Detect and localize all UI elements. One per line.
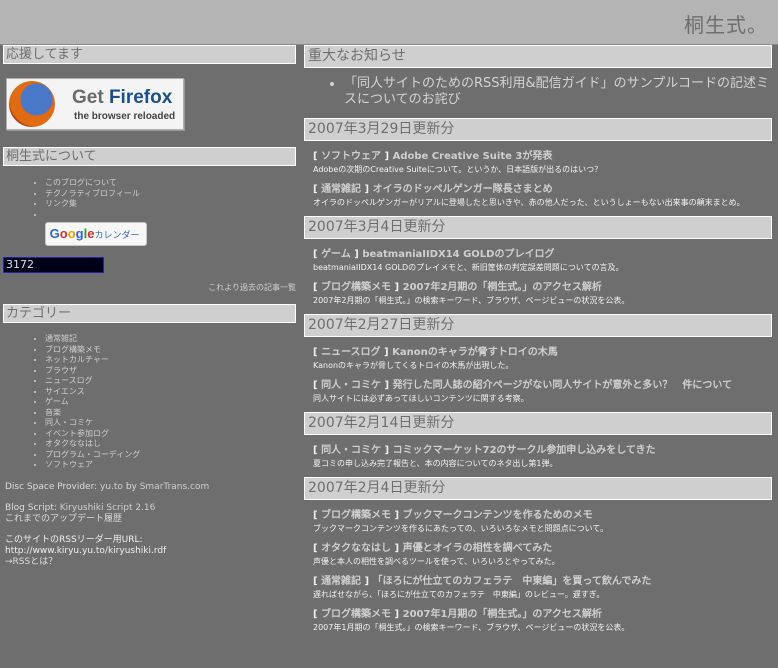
category-item[interactable]: ブログ構築メモ [45, 345, 296, 356]
entry-title[interactable]: [ 通常雑記 ] 「ほろにが仕立てのカフェラテ 中東編」を買って飲んでみた [313, 575, 772, 589]
entry-description: 2007年1月期の「桐生式。」の検索キーワード、ブラウザ、ページビューの状況を公… [313, 623, 630, 632]
access-counter: 3172 [3, 257, 104, 273]
entry: [ ブログ構築メモ ] ブックマークコンテンツを作るためのメモ ブックマークコン… [313, 509, 772, 534]
disc-space-provider: Disc Space Provider: yu.to by SmarTrans.… [5, 481, 210, 492]
older-articles-link[interactable]: これより過去の記事一覧 [3, 282, 296, 293]
date-heading: 2007年2月4日更新分 [304, 477, 772, 500]
site-header: 桐生式。 [0, 0, 778, 45]
rss-label: このサイトのRSSリーダー用URL: [5, 534, 143, 545]
sidebar: 応援してます Get Firefox the browser reloaded … [3, 45, 296, 568]
category-item[interactable]: オタクななはし [45, 439, 296, 450]
category-item[interactable]: ニュースログ [45, 376, 296, 387]
firefox-banner[interactable]: Get Firefox the browser reloaded [6, 78, 184, 130]
rss-what-link[interactable]: →RSSとは？ [5, 557, 296, 568]
firefox-banner-subtitle: the browser reloaded [74, 111, 176, 122]
entry-title[interactable]: [ 同人・コミケ ] コミックマーケット72のサークル参加申し込みをしてきた [313, 444, 772, 458]
entry-description: 同人サイトには必ずあってほしいコンテンツに関する考察。 [313, 394, 529, 403]
category-heading: カテゴリー [3, 304, 296, 323]
date-heading: 2007年3月29日更新分 [304, 118, 772, 141]
category-item[interactable]: イベント参加ログ [45, 429, 296, 440]
category-list: 通常雑記 ブログ構築メモ ネットカルチャー ブラウザ ニュースログ サイエンス … [3, 334, 296, 471]
blog-script-link[interactable]: Kiryushiki Script 2.16 [60, 503, 156, 513]
smartrans-link[interactable]: SmarTrans.com [140, 482, 210, 492]
entry-description: 遅ればせながら、「ほろにが仕立てのカフェラテ 中東編」のレビュー。遅すぎ。 [313, 590, 605, 599]
google-calendar-button[interactable]: Googleカレンダー [45, 222, 147, 246]
about-link-item[interactable]: このブログについて [45, 178, 296, 189]
update-history-link[interactable]: これまでのアップデート履歴 [5, 514, 296, 525]
rss-url[interactable]: http://www.kiryu.yu.to/kiryushiki.rdf [5, 546, 296, 557]
entry-title[interactable]: [ 通常雑記 ] オイラのドッペルゲンガー隊長さまとめ [313, 183, 772, 197]
entry: [ 同人・コミケ ] 発行した同人誌の紹介ページがない同人サイトが意外と多い？ … [313, 379, 772, 404]
main-content: 重大なお知らせ 「同人サイトのためのRSS利用&配信ガイド」のサンプルコードの記… [304, 45, 772, 641]
entry-title[interactable]: [ オタクななはし ] 声優とオイラの相性を調べてみた [313, 542, 772, 556]
site-title[interactable]: 桐生式。 [684, 9, 768, 38]
blog-script-info: Blog Script: Kiryushiki Script 2.16 [5, 502, 156, 513]
date-heading: 2007年2月27日更新分 [304, 314, 772, 337]
category-item[interactable]: 通常雑記 [45, 334, 296, 345]
firefox-banner-title: Get Firefox [72, 87, 173, 108]
date-heading: 2007年2月14日更新分 [304, 412, 772, 435]
entry: [ ゲーム ] beatmaniaIIDX14 GOLDのプレイログ beatm… [313, 248, 772, 273]
entry-description: ブックマークコンテンツを作るにあたっての、いろいろなメモと問題点について。 [313, 524, 609, 533]
entry-description: Kanonのキャラが脅してくるトロイの木馬が出現した。 [313, 361, 514, 370]
entry: [ ブログ構築メモ ] 2007年1月期の「桐生式。」のアクセス解析 2007年… [313, 608, 772, 633]
about-links: このブログについて テクノラティブロフィール リンク集 [3, 178, 296, 220]
entry-title[interactable]: [ ゲーム ] beatmaniaIIDX14 GOLDのプレイログ [313, 248, 772, 262]
entry-title[interactable]: [ ブログ構築メモ ] ブックマークコンテンツを作るためのメモ [313, 509, 772, 523]
entry: [ ソフトウェア ] Adobe Creative Suite 3が発表 Ado… [313, 150, 772, 175]
entry-description: オイラのドッペルゲンガーがリアルに登場したと思いきや、赤の他人だった、というしょ… [313, 198, 745, 207]
entry: [ 通常雑記 ] オイラのドッペルゲンガー隊長さまとめ オイラのドッペルゲンガー… [313, 183, 772, 208]
category-item[interactable]: サイエンス [45, 387, 296, 398]
firefox-logo-icon [9, 81, 55, 127]
entry-description: 声優と本人の相性を調べるツールを使って、いろいろとやってみた。 [313, 557, 560, 566]
about-link-item[interactable]: リンク集 [45, 199, 296, 210]
entry-title[interactable]: [ ブログ構築メモ ] 2007年2月期の「桐生式。」のアクセス解析 [313, 281, 772, 295]
about-link-item [45, 210, 296, 221]
entry: [ 通常雑記 ] 「ほろにが仕立てのカフェラテ 中東編」を買って飲んでみた 遅れ… [313, 575, 772, 600]
support-heading: 応援してます [3, 45, 296, 64]
entry-title[interactable]: [ ブログ構築メモ ] 2007年1月期の「桐生式。」のアクセス解析 [313, 608, 772, 622]
date-heading: 2007年3月4日更新分 [304, 216, 772, 239]
category-item[interactable]: ブラウザ [45, 366, 296, 377]
yuto-link[interactable]: yu.to [100, 482, 123, 492]
entry: [ ブログ構築メモ ] 2007年2月期の「桐生式。」のアクセス解析 2007年… [313, 281, 772, 306]
entry-description: 2007年2月期の「桐生式。」の検索キーワード、ブラウザ、ページビューの状況を公… [313, 296, 630, 305]
entry-description: 夏コミの申し込み完了報告と、本の内容についてのネタ出し第1弾。 [313, 459, 558, 468]
entry-description: beatmaniaIIDX14 GOLDのプレイメモと、新旧筐体の判定誤差問題に… [313, 263, 624, 272]
entry: [ ニュースログ ] Kanonのキャラが脅すトロイの木馬 Kanonのキャラが… [313, 346, 772, 371]
category-item[interactable]: ゲーム [45, 397, 296, 408]
notice-item[interactable]: 「同人サイトのためのRSS利用&配信ガイド」のサンプルコードの記述ミスについての… [344, 76, 772, 108]
notice-heading: 重大なお知らせ [304, 45, 772, 68]
entry: [ 同人・コミケ ] コミックマーケット72のサークル参加申し込みをしてきた 夏… [313, 444, 772, 469]
notice-list: 「同人サイトのためのRSS利用&配信ガイド」のサンプルコードの記述ミスについての… [304, 76, 772, 108]
category-item[interactable]: プログラム・コーディング [45, 450, 296, 461]
entry-description: Adobeの次期のCreative Suiteについて。というか、日本語版が出る… [313, 165, 603, 174]
entry-title[interactable]: [ ソフトウェア ] Adobe Creative Suite 3が発表 [313, 150, 772, 164]
entry-title[interactable]: [ 同人・コミケ ] 発行した同人誌の紹介ページがない同人サイトが意外と多い？ … [313, 379, 772, 393]
category-item[interactable]: 音楽 [45, 408, 296, 419]
about-heading: 桐生式について [3, 147, 296, 166]
category-item[interactable]: 同人・コミケ [45, 418, 296, 429]
entry: [ オタクななはし ] 声優とオイラの相性を調べてみた 声優と本人の相性を調べる… [313, 542, 772, 567]
category-item[interactable]: ネットカルチャー [45, 355, 296, 366]
about-link-item[interactable]: テクノラティブロフィール [45, 189, 296, 200]
category-item[interactable]: ソフトウェア [45, 460, 296, 471]
entry-title[interactable]: [ ニュースログ ] Kanonのキャラが脅すトロイの木馬 [313, 346, 772, 360]
